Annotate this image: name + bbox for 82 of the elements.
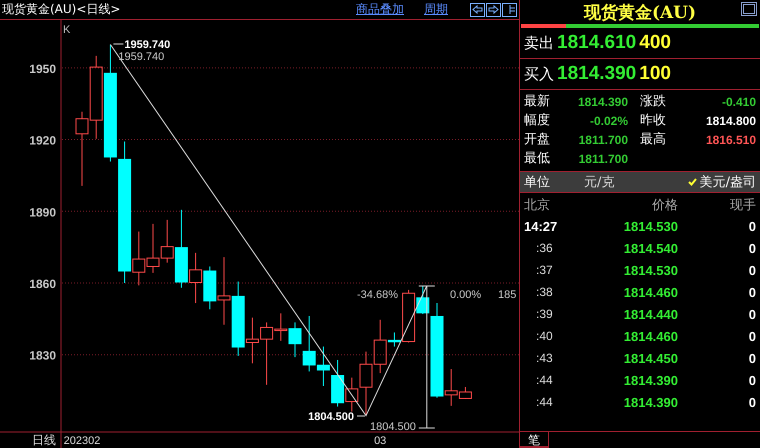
- tick-volume: 0: [748, 306, 756, 322]
- quote-label: 卖出: [524, 34, 554, 52]
- quote-price: 1814.610: [557, 32, 636, 54]
- tick-volume: 0: [748, 350, 756, 366]
- left-arrow-icon[interactable]: [470, 2, 485, 16]
- quote-label: 买入: [524, 64, 554, 84]
- tick-volume: 0: [748, 328, 756, 344]
- tick-price: 1814.390: [622, 372, 679, 388]
- percent-label: 0.00%: [450, 289, 482, 301]
- instrument-title: 现货黄金(AU): [584, 2, 696, 24]
- tick-price: 1814.530: [622, 262, 679, 278]
- tick-time: :39: [535, 307, 554, 321]
- unit-option[interactable]: 元/克: [584, 173, 614, 191]
- tick-time: 14:27: [524, 218, 558, 234]
- period-label: 日线: [32, 433, 56, 447]
- stat-value: 1811.700: [578, 151, 628, 168]
- stat-label: 最新: [524, 93, 551, 111]
- stat-label: 昨收: [640, 112, 667, 130]
- unit-label: 单位: [524, 174, 551, 191]
- axis-tick-label: 1830: [29, 348, 56, 363]
- tick-volume: 0: [748, 218, 756, 234]
- percent-label: -34.68%: [357, 289, 398, 301]
- axis-tick-label: 1920: [29, 134, 56, 148]
- stat-label: 最低: [524, 150, 551, 168]
- layout-icon[interactable]: [502, 2, 517, 16]
- stat-value: 1816.510: [704, 132, 756, 149]
- axis-tick-label: 03: [374, 435, 386, 447]
- quote-volume: 100: [639, 63, 671, 85]
- stat-value: 1811.700: [578, 132, 628, 149]
- stat-label: 幅度: [524, 112, 551, 130]
- price-label: 1804.500: [370, 421, 416, 433]
- tick-time: :44: [535, 373, 554, 387]
- tick-price: 1814.460: [622, 284, 679, 300]
- tick-time: :40: [535, 329, 554, 343]
- window-icon[interactable]: [741, 2, 757, 16]
- axis-tick-label: 1890: [29, 205, 56, 220]
- percent-label: 185: [498, 289, 516, 301]
- candlestick: [146, 223, 160, 274]
- stat-label: 最高: [640, 131, 667, 149]
- tick-time: :44: [535, 395, 554, 409]
- stat-value: -0.02%: [588, 113, 628, 130]
- tick-volume: 0: [748, 262, 756, 278]
- chart-type-label: K: [63, 24, 70, 36]
- axis-tick-label: 1950: [29, 62, 56, 76]
- stat-value: 1814.800: [704, 113, 756, 130]
- column-header: 现手: [729, 197, 756, 214]
- tick-price: 1814.440: [622, 306, 679, 322]
- check-icon: [688, 178, 697, 186]
- tab[interactable]: 笔: [520, 432, 549, 448]
- quote-price: 1814.390: [557, 63, 636, 85]
- price-label: 1959.740: [118, 51, 164, 63]
- tick-time: :37: [535, 263, 554, 277]
- candlestick: [331, 359, 344, 408]
- tick-price: 1814.460: [622, 328, 679, 344]
- chart-title: 现货黄金(AU)<日线>: [2, 1, 122, 18]
- tick-price: 1814.450: [622, 350, 679, 366]
- right-arrow-icon[interactable]: [486, 2, 501, 16]
- column-header: 价格: [651, 197, 679, 214]
- tick-volume: 0: [748, 284, 756, 300]
- stat-value: 1814.390: [576, 94, 628, 111]
- tick-time: :38: [535, 285, 554, 299]
- tick-volume: 0: [748, 394, 756, 410]
- tick-price: 1814.390: [622, 394, 679, 410]
- unit-option[interactable]: 美元/盎司: [688, 173, 756, 191]
- candlestick: [316, 346, 330, 386]
- axis-tick-label: 1860: [29, 276, 56, 291]
- toolbar-link[interactable]: 周期: [424, 1, 448, 18]
- stat-label: 开盘: [524, 131, 551, 149]
- tick-price: 1814.540: [622, 240, 679, 256]
- price-label: 1959.740: [124, 39, 170, 51]
- quote-volume: 400: [639, 32, 671, 54]
- tick-price: 1814.530: [622, 218, 679, 234]
- price-label: 1804.500: [308, 411, 354, 423]
- axis-tick-label: 202302: [64, 435, 100, 447]
- toolbar-link[interactable]: 商品叠加: [356, 1, 404, 18]
- stat-label: 涨跌: [640, 93, 667, 111]
- tick-volume: 0: [748, 240, 756, 256]
- stat-value: -0.410: [720, 94, 756, 111]
- tick-time: :36: [535, 241, 554, 255]
- tick-volume: 0: [748, 372, 756, 388]
- tick-time: :43: [535, 351, 554, 365]
- column-header: 北京: [524, 197, 551, 214]
